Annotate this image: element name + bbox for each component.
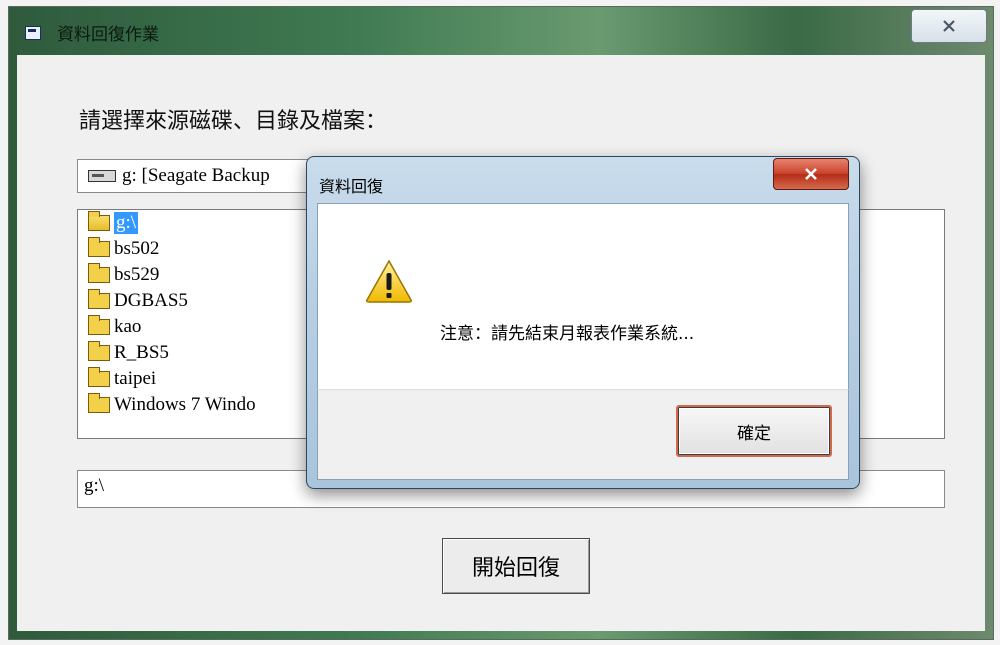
directory-item-label: R_BS5 <box>114 342 169 363</box>
ok-button[interactable]: 確定 <box>676 405 832 457</box>
warning-icon <box>366 259 412 303</box>
dialog-message: 注意：請先結束月報表作業系統... <box>440 324 695 344</box>
close-icon <box>805 168 817 180</box>
folder-icon <box>88 315 110 335</box>
folder-icon <box>88 341 110 361</box>
folder-icon <box>88 263 110 283</box>
restore-dialog: 資料回復 注意：請先結束月報表作業系統... 確定 <box>306 156 860 489</box>
directory-item-label: g:\ <box>114 212 139 234</box>
window-title: 資料回復作業 <box>57 25 159 45</box>
title-bar[interactable]: 資料回復作業 <box>9 7 993 55</box>
dialog-body: 注意：請先結束月報表作業系統... <box>317 203 849 389</box>
folder-icon <box>88 367 110 387</box>
directory-item-label: DGBAS5 <box>114 290 188 311</box>
directory-item-label: bs529 <box>114 264 160 285</box>
close-icon <box>943 20 955 32</box>
directory-item-label: bs502 <box>114 238 160 259</box>
dialog-title: 資料回復 <box>319 177 384 196</box>
folder-icon <box>88 289 110 309</box>
directory-item-label: Windows 7 Windo <box>114 394 256 415</box>
start-restore-button[interactable]: 開始回復 <box>442 538 590 594</box>
directory-item-label: taipei <box>114 368 157 389</box>
window-close-button[interactable] <box>911 9 987 43</box>
source-prompt-label: 請選擇來源磁碟、目錄及檔案： <box>79 109 388 134</box>
folder-open-icon <box>88 211 110 231</box>
drive-select-value: g: [Seagate Backup <box>122 165 270 186</box>
folder-icon <box>88 237 110 257</box>
directory-item-label: kao <box>114 316 142 337</box>
drive-icon <box>88 170 116 182</box>
app-icon <box>25 26 41 40</box>
dialog-close-button[interactable] <box>773 158 849 190</box>
folder-icon <box>88 393 110 413</box>
dialog-footer: 確定 <box>317 389 849 480</box>
